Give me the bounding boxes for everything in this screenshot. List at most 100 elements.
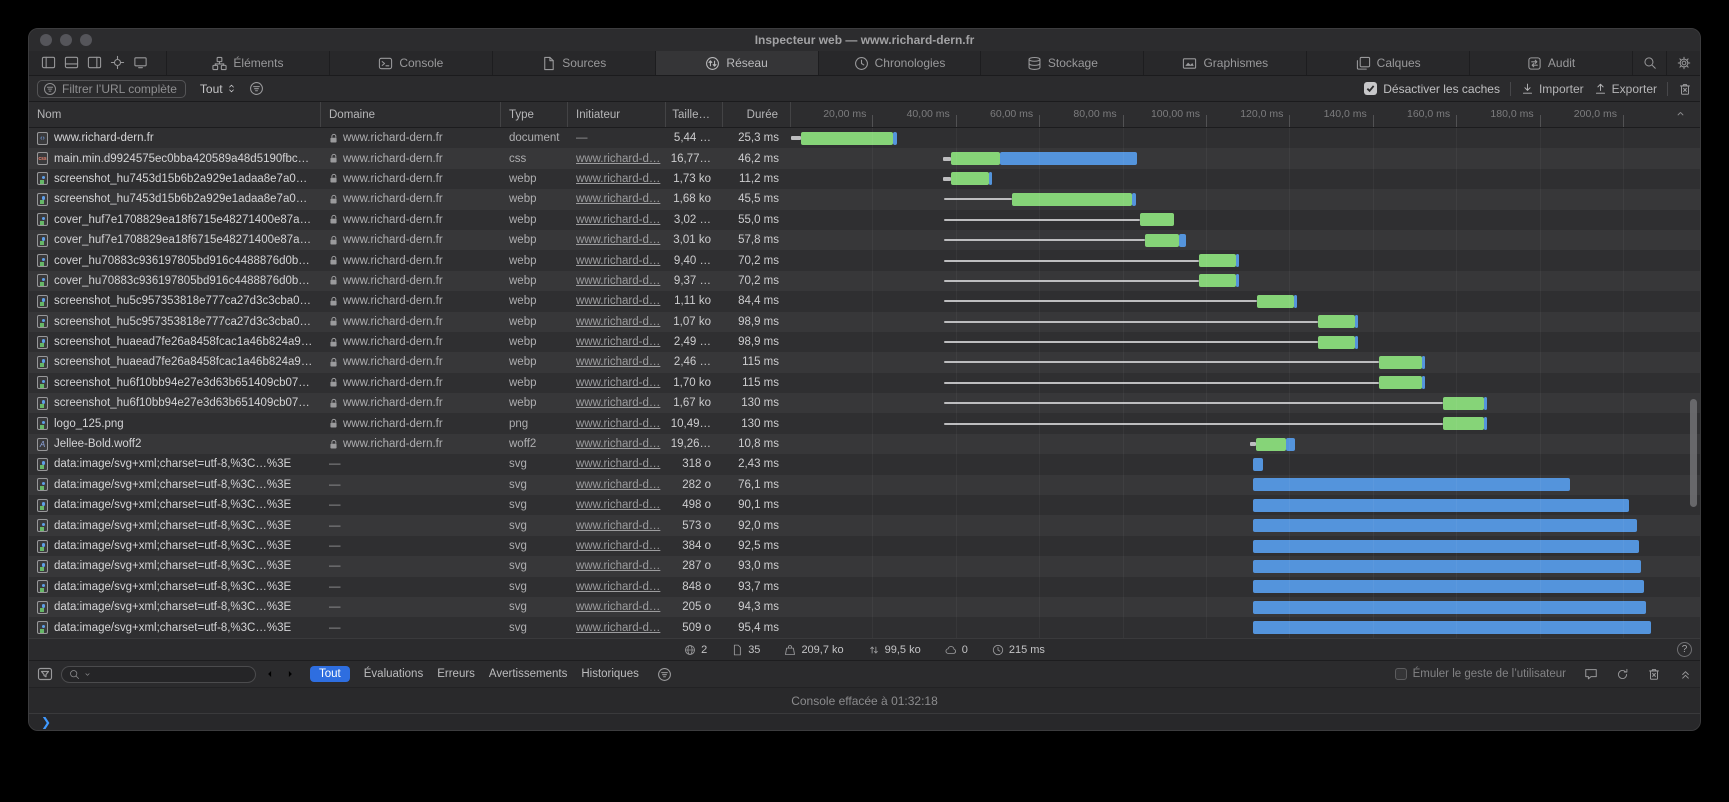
column-header-domaine[interactable]: Domaine	[321, 102, 501, 127]
console-filter-button[interactable]	[37, 666, 53, 682]
clear-network-items-button[interactable]	[1678, 82, 1692, 96]
zoom-button[interactable]	[80, 34, 92, 46]
previous-result-button[interactable]	[264, 668, 276, 680]
resource-type-select[interactable]: Tout	[200, 82, 237, 96]
initiator-link[interactable]: www.richard-d…	[576, 520, 660, 532]
network-request-row[interactable]: data:image/svg+xml;charset=utf-8,%3C…%3E…	[29, 495, 1700, 515]
minimize-button[interactable]	[60, 34, 72, 46]
tab-calques[interactable]: Calques	[1306, 51, 1469, 75]
dock-left-button[interactable]	[39, 54, 58, 73]
network-request-row[interactable]: data:image/svg+xml;charset=utf-8,%3C…%3E…	[29, 536, 1700, 556]
element-picker-button[interactable]	[108, 54, 127, 73]
network-request-row[interactable]: cover_huf7e1708829ea18f6715e48271400e87a…	[29, 210, 1700, 230]
network-request-row[interactable]: data:image/svg+xml;charset=utf-8,%3C…%3E…	[29, 556, 1700, 576]
initiator-link[interactable]: www.richard-d…	[576, 356, 660, 368]
dock-right-button[interactable]	[85, 54, 104, 73]
console-scope-erreurs[interactable]: Erreurs	[437, 668, 475, 680]
tab-réseau[interactable]: Réseau	[655, 51, 818, 75]
network-request-row[interactable]: data:image/svg+xml;charset=utf-8,%3C…%3E…	[29, 617, 1700, 637]
network-request-row[interactable]: screenshot_huaead7fe26a8458fcac1a46b824a…	[29, 332, 1700, 352]
network-request-row[interactable]: logo_125.pngwww.richard-dern.frpngwww.ri…	[29, 413, 1700, 433]
scroll-to-top-button[interactable]	[1675, 108, 1686, 122]
network-request-row[interactable]: data:image/svg+xml;charset=utf-8,%3C…%3E…	[29, 577, 1700, 597]
console-scope-tout[interactable]: Tout	[310, 666, 350, 682]
tab-audit[interactable]: Audit	[1469, 51, 1632, 75]
network-request-row[interactable]: screenshot_hu5c957353818e777ca27d3c3cba0…	[29, 291, 1700, 311]
close-button[interactable]	[40, 34, 52, 46]
network-request-row[interactable]: data:image/svg+xml;charset=utf-8,%3C…%3E…	[29, 515, 1700, 535]
dock-bottom-button[interactable]	[62, 54, 81, 73]
tab-chronologies[interactable]: Chronologies	[818, 51, 981, 75]
initiator-link[interactable]: www.richard-d…	[576, 234, 660, 246]
console-options-button[interactable]	[657, 667, 672, 682]
network-request-row[interactable]: www.richard-dern.frwww.richard-dern.frdo…	[29, 128, 1700, 148]
column-header-duree[interactable]: Durée	[723, 102, 791, 127]
import-button[interactable]: Importer	[1521, 82, 1584, 96]
tab-graphismes[interactable]: Graphismes	[1143, 51, 1306, 75]
initiator-link[interactable]: www.richard-d…	[576, 214, 660, 226]
trash-icon[interactable]	[1647, 667, 1661, 681]
settings-button[interactable]	[1666, 51, 1700, 75]
network-request-row[interactable]: cover_huf7e1708829ea18f6715e48271400e87a…	[29, 230, 1700, 250]
initiator-link[interactable]: www.richard-d…	[576, 499, 660, 511]
network-request-row[interactable]: Jellee-Bold.woff2www.richard-dern.frwoff…	[29, 434, 1700, 454]
initiator-link[interactable]: www.richard-d…	[576, 336, 660, 348]
console-messages-button[interactable]	[1584, 667, 1598, 681]
initiator-link[interactable]: www.richard-d…	[576, 193, 660, 205]
initiator-link[interactable]: www.richard-d…	[576, 479, 660, 491]
clear-console-button[interactable]	[1616, 668, 1629, 681]
initiator-link[interactable]: www.richard-d…	[576, 438, 660, 450]
network-request-row[interactable]: screenshot_hu5c957353818e777ca27d3c3cba0…	[29, 312, 1700, 332]
filter-options-button[interactable]	[249, 81, 264, 96]
network-request-row[interactable]: data:image/svg+xml;charset=utf-8,%3C…%3E…	[29, 597, 1700, 617]
initiator-link[interactable]: www.richard-d…	[576, 622, 660, 634]
column-header-type[interactable]: Type	[501, 102, 568, 127]
initiator-link[interactable]: www.richard-d…	[576, 255, 660, 267]
initiator-link[interactable]: www.richard-d…	[576, 377, 660, 389]
network-request-row[interactable]: cover_hu70883c936197805bd916c4488876d0b0…	[29, 250, 1700, 270]
search-button[interactable]	[1632, 51, 1666, 75]
initiator-link[interactable]: www.richard-d…	[576, 173, 660, 185]
column-header-taille[interactable]: Taille…	[666, 102, 723, 127]
tab-sources[interactable]: Sources	[492, 51, 655, 75]
next-result-button[interactable]	[284, 668, 296, 680]
export-button[interactable]: Exporter	[1594, 82, 1657, 96]
console-search-input[interactable]	[61, 666, 256, 683]
initiator-link[interactable]: www.richard-d…	[576, 295, 660, 307]
console-prompt-row[interactable]: ❯	[29, 713, 1700, 730]
tab-éléments[interactable]: Éléments	[166, 51, 329, 75]
column-header-initiateur[interactable]: Initiateur	[568, 102, 666, 127]
network-request-row[interactable]: main.min.d9924575ec0bba420589a48d5190fbc…	[29, 148, 1700, 168]
initiator-link[interactable]: www.richard-d…	[576, 418, 660, 430]
emulate-user-gesture-checkbox[interactable]: Émuler le geste de l’utilisateur	[1395, 668, 1566, 680]
initiator-link[interactable]: www.richard-d…	[576, 153, 660, 165]
console-scope-évaluations[interactable]: Évaluations	[364, 668, 423, 680]
initiator-link[interactable]: www.richard-d…	[576, 540, 660, 552]
initiator-link[interactable]: www.richard-d…	[576, 581, 660, 593]
url-filter-input[interactable]: Filtrer l’URL complète	[37, 80, 186, 98]
help-button[interactable]: ?	[1677, 642, 1692, 657]
initiator-link[interactable]: www.richard-d…	[576, 560, 660, 572]
title-bar[interactable]: Inspecteur web — www.richard-dern.fr	[29, 29, 1700, 51]
initiator-link[interactable]: www.richard-d…	[576, 275, 660, 287]
network-request-row[interactable]: screenshot_hu6f10bb94e27e3d63b651409cb07…	[29, 373, 1700, 393]
network-request-row[interactable]: data:image/svg+xml;charset=utf-8,%3C…%3E…	[29, 475, 1700, 495]
tab-console[interactable]: Console	[329, 51, 492, 75]
console-scope-avertissements[interactable]: Avertissements	[489, 668, 567, 680]
initiator-link[interactable]: www.richard-d…	[576, 458, 660, 470]
device-button[interactable]	[131, 54, 150, 73]
column-header-nom[interactable]: Nom	[29, 102, 321, 127]
network-request-row[interactable]: screenshot_hu7453d15b6b2a929e1adaa8e7a06…	[29, 169, 1700, 189]
console-scope-historiques[interactable]: Historiques	[581, 668, 639, 680]
network-request-row[interactable]: data:image/svg+xml;charset=utf-8,%3C…%3E…	[29, 454, 1700, 474]
network-request-row[interactable]: screenshot_hu6f10bb94e27e3d63b651409cb07…	[29, 393, 1700, 413]
initiator-link[interactable]: www.richard-d…	[576, 397, 660, 409]
tab-stockage[interactable]: Stockage	[980, 51, 1143, 75]
initiator-link[interactable]: www.richard-d…	[576, 601, 660, 613]
initiator-link[interactable]: www.richard-d…	[576, 316, 660, 328]
network-request-row[interactable]: screenshot_hu7453d15b6b2a929e1adaa8e7a06…	[29, 189, 1700, 209]
vertical-scrollbar-thumb[interactable]	[1690, 399, 1697, 507]
collapse-console-button[interactable]	[1679, 668, 1692, 681]
disable-caches-checkbox[interactable]: Désactiver les caches	[1364, 82, 1500, 96]
network-request-row[interactable]: cover_hu70883c936197805bd916c4488876d0b0…	[29, 271, 1700, 291]
